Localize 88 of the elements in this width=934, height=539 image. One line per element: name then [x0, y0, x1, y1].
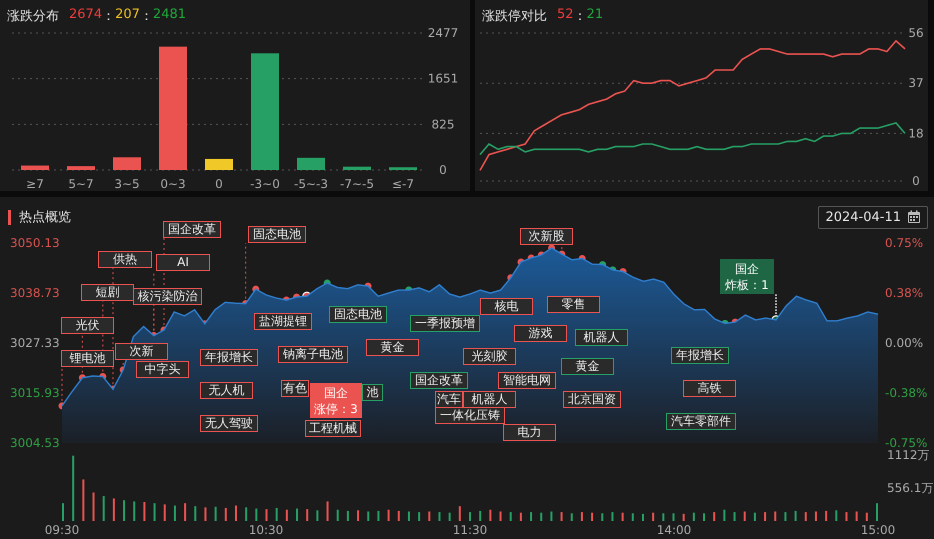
tooltip-detail: 炸板：1 — [725, 276, 769, 292]
axis-label: 56 — [908, 28, 924, 40]
date-picker[interactable]: 2024-04-11 — [818, 206, 928, 228]
count-value: 2674 — [69, 7, 102, 24]
axis-label: 0 — [439, 163, 447, 177]
topic-tag: 次新 — [115, 343, 168, 360]
topic-tag: 一季报预增 — [410, 315, 480, 332]
panel-title: 涨跌分布 — [7, 8, 59, 25]
axis-label: -0.75% — [885, 436, 928, 450]
topic-tag: 池 — [362, 384, 383, 401]
axis-label: 0 — [215, 177, 223, 191]
topic-tag: 年报增长 — [200, 349, 258, 366]
topic-tag: AI — [156, 254, 210, 271]
axis-label: 37 — [908, 76, 924, 90]
separator: ： — [140, 8, 153, 25]
topic-tag: 无人机 — [200, 382, 253, 399]
topic-tag: 核污染防治 — [133, 288, 202, 305]
count-value: 2481 — [152, 7, 186, 24]
tooltip-title: 国企 — [324, 384, 348, 400]
topic-tag: 汽车 — [435, 391, 463, 408]
topic-tag: 黄金 — [561, 358, 614, 375]
topic-tag: 机器人 — [575, 329, 628, 346]
axis-label: 2477 — [428, 28, 458, 40]
axis-label: 556.1万 — [887, 481, 934, 495]
topic-tag: 国企改革 — [410, 372, 468, 389]
axis-label: 0.75% — [885, 236, 924, 250]
topic-tag: 盐湖提锂 — [254, 313, 312, 330]
axis-label: 3~5 — [114, 177, 140, 191]
axis-label: 18 — [908, 126, 924, 140]
panel-title: 涨跌停对比 — [482, 8, 547, 25]
axis-label: 3038.73 — [10, 286, 60, 300]
axis-label: 3027.33 — [10, 336, 60, 350]
topic-tag: 年报增长 — [671, 347, 729, 364]
topic-tag: 国企改革 — [163, 221, 221, 238]
axis-label: 3015.93 — [10, 386, 60, 400]
topic-tag: 智能电网 — [498, 372, 556, 389]
topic-tag: 钠离子电池 — [278, 346, 348, 363]
topic-tag: 北京国资 — [563, 391, 621, 408]
topic-tag: 锂电池 — [61, 350, 114, 367]
topic-tag: 有色 — [281, 380, 309, 397]
topic-tag: 无人驾驶 — [200, 415, 258, 432]
axis-label: -0.38% — [885, 386, 928, 400]
axis-label: 11:30 — [452, 523, 488, 537]
axis-label: 10:30 — [248, 523, 284, 537]
count-value: 207 — [115, 7, 140, 24]
axis-label: 825 — [432, 117, 454, 132]
topic-tag: 游戏 — [514, 325, 567, 342]
topic-tag: 一体化压铸 — [435, 407, 505, 424]
axis-label: 1651 — [428, 72, 458, 86]
count-value: 21 — [586, 7, 604, 24]
axis-label: 0.00% — [885, 336, 924, 350]
axis-label: 0 — [912, 174, 920, 188]
topic-tag: 汽车零部件 — [666, 413, 736, 430]
separator: ： — [102, 8, 116, 25]
axis-label: 3050.13 — [10, 236, 60, 250]
topic-tag: 高铁 — [683, 380, 736, 397]
topic-tag: 光伏 — [61, 317, 114, 334]
axis-label: 14:00 — [656, 523, 692, 537]
topic-tag: 固态电池 — [248, 226, 306, 243]
topic-tag: 工程机械 — [305, 420, 361, 437]
topic-tag: 核电 — [480, 298, 533, 315]
topic-tag: 零售 — [547, 296, 600, 313]
topic-tag: 次新股 — [520, 228, 573, 245]
count-value: 52 — [557, 7, 574, 24]
topic-tag: 短剧 — [81, 284, 134, 301]
axis-label: 0~3 — [160, 177, 186, 191]
topic-tag: 机器人 — [463, 391, 516, 408]
separator: ： — [574, 8, 587, 25]
axis-label: ≥7 — [26, 177, 44, 191]
topic-tag: 中字头 — [136, 361, 189, 378]
axis-label: 5~7 — [68, 177, 94, 191]
axis-label: 15:00 — [860, 523, 896, 537]
axis-label: -7~-5 — [340, 177, 374, 191]
topic-tag: 供热 — [98, 251, 152, 268]
axis-label: ≤-7 — [392, 177, 414, 191]
axis-label: 1112万 — [887, 448, 930, 462]
tooltip-detail: 涨停：3 — [314, 400, 358, 416]
tooltip-title: 国企 — [735, 260, 759, 276]
topic-tag: 电力 — [503, 424, 556, 441]
axis-label: 0.38% — [885, 286, 924, 300]
axis-label: 09:30 — [44, 523, 80, 537]
topic-tag: 光刻胶 — [463, 348, 516, 365]
topic-tag: 固态电池 — [329, 306, 387, 323]
topic-tag: 黄金 — [366, 339, 419, 356]
axis-label: 3004.53 — [10, 436, 60, 450]
axis-label: -5~-3 — [294, 177, 328, 191]
panel-title: 热点概览 — [19, 209, 71, 226]
axis-label: -3~0 — [250, 177, 280, 191]
